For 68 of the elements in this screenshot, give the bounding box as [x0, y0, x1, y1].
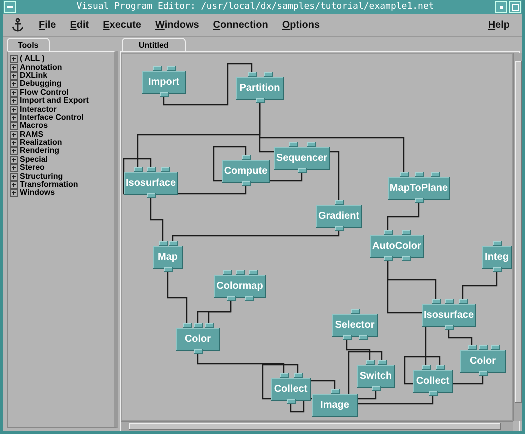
tool-category[interactable]: ( ALL ) [20, 55, 45, 64]
tool-category[interactable]: RAMS [20, 130, 44, 139]
expand-icon[interactable] [10, 97, 18, 106]
menu-item[interactable]: Connection [213, 20, 268, 30]
output-port[interactable] [415, 198, 424, 203]
tool-category[interactable]: DXLink [20, 72, 48, 80]
window-menu-button[interactable] [4, 1, 16, 13]
output-port[interactable] [445, 325, 454, 330]
tool-category[interactable]: Macros [20, 122, 48, 130]
expand-icon[interactable] [10, 106, 18, 114]
anchor-icon[interactable] [11, 18, 25, 32]
output-port[interactable] [335, 226, 344, 231]
menu-item[interactable]: Help [488, 20, 510, 30]
expand-icon[interactable] [10, 139, 18, 148]
tools-tab[interactable]: Tools [7, 38, 50, 51]
output-port[interactable] [164, 267, 173, 272]
tool-category[interactable]: Import and Export [20, 97, 89, 106]
expand-icon[interactable] [10, 72, 18, 80]
output-port[interactable] [256, 98, 265, 103]
expand-icon[interactable] [10, 181, 18, 190]
tool-category[interactable]: Structuring [20, 172, 64, 181]
tool-category[interactable]: Annotation [20, 64, 62, 72]
expand-icon[interactable] [10, 189, 18, 198]
tool-category[interactable]: Flow Control [20, 88, 69, 97]
input-port[interactable] [493, 241, 502, 246]
tool-category[interactable]: Realization [20, 139, 62, 148]
expand-icon[interactable] [10, 114, 18, 122]
expand-icon[interactable] [10, 122, 18, 130]
menu-item[interactable]: Windows [155, 20, 200, 30]
menu-item[interactable]: Edit [70, 20, 90, 30]
tool-category[interactable]: Stereo [20, 164, 45, 172]
expand-icon[interactable] [10, 164, 18, 172]
tool-category[interactable]: Transformation [20, 181, 78, 190]
expand-icon[interactable] [10, 80, 18, 88]
expand-icon[interactable] [10, 172, 18, 181]
menu-item[interactable]: Execute [103, 20, 142, 30]
output-port[interactable] [372, 386, 381, 391]
output-port[interactable] [194, 349, 203, 354]
input-port[interactable] [351, 309, 360, 314]
tool-category[interactable]: Interface Control [20, 114, 84, 122]
expand-icon[interactable] [10, 64, 18, 72]
output-port[interactable] [298, 168, 307, 173]
expand-icon[interactable] [10, 130, 18, 139]
menu-item[interactable]: Options [282, 20, 320, 30]
expand-icon[interactable] [10, 147, 18, 156]
input-port[interactable] [331, 389, 340, 394]
output-port[interactable] [242, 181, 251, 186]
canvas-tab[interactable]: Untitled [122, 38, 186, 51]
tool-category[interactable]: Debugging [20, 80, 62, 88]
tool-category[interactable]: Special [20, 156, 48, 164]
tool-category[interactable]: Rendering [20, 147, 60, 156]
expand-icon[interactable] [10, 156, 18, 164]
input-port[interactable] [242, 155, 251, 160]
minimize-button[interactable] [495, 1, 507, 13]
input-port[interactable] [335, 200, 344, 205]
tool-category[interactable]: Interactor [20, 106, 57, 114]
tool-category[interactable]: Windows [20, 189, 56, 198]
expand-icon[interactable] [10, 88, 18, 97]
output-port[interactable] [147, 193, 156, 198]
maximize-button[interactable] [509, 1, 521, 13]
output-port[interactable] [429, 391, 438, 396]
output-port[interactable] [493, 267, 502, 272]
output-port[interactable] [160, 92, 169, 97]
output-port[interactable] [479, 371, 488, 376]
menu-item[interactable]: File [39, 20, 56, 30]
output-port[interactable] [287, 399, 296, 404]
window-title: Visual Program Editor: /usr/local/dx/samples/tutorial/example1.net [76, 2, 436, 12]
expand-icon[interactable] [10, 55, 18, 64]
